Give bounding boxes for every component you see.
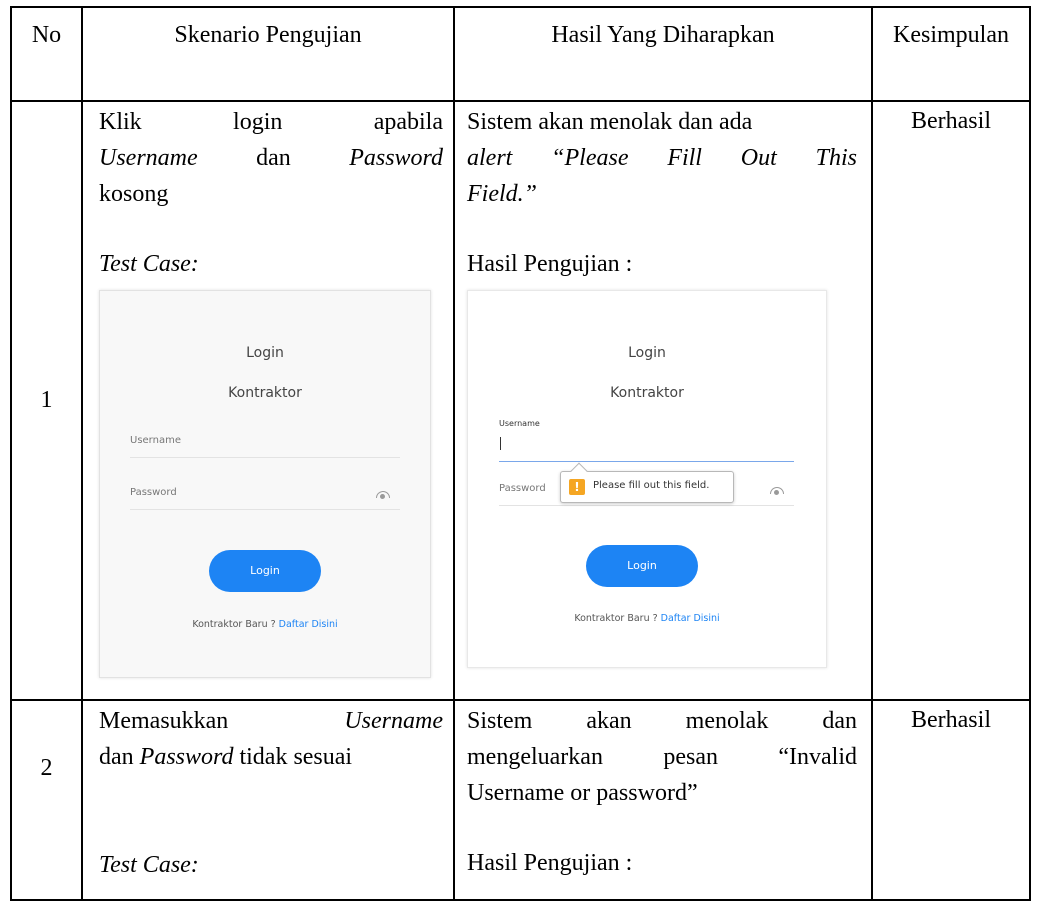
- login-screenshot-validation: Login Kontraktor Username Password ! Ple…: [467, 290, 827, 668]
- test-table: No Skenario Pengujian Hasil Yang Diharap…: [10, 6, 1031, 901]
- login-subtitle: Kontraktor: [228, 385, 302, 401]
- row-number: 2: [10, 699, 83, 901]
- password-field[interactable]: Password: [130, 479, 400, 510]
- header-no: No: [10, 6, 83, 102]
- expected-cell: Sistem akan menolak dan ada alert “Pleas…: [453, 100, 873, 701]
- conclusion-cell: Berhasil: [871, 100, 1031, 701]
- expected-cell: Sistem akan menolak dan mengeluarkan pes…: [453, 699, 873, 901]
- login-title: Login: [628, 345, 666, 361]
- expected-text-line: Field.”: [467, 181, 537, 207]
- register-text: Kontraktor Baru ? Daftar Disini: [192, 619, 338, 630]
- login-title: Login: [246, 345, 284, 361]
- username-field[interactable]: Username: [499, 419, 794, 462]
- validation-tooltip: ! Please fill out this field.: [560, 471, 734, 503]
- login-button[interactable]: Login: [586, 545, 698, 587]
- scenario-text-line: kosong: [99, 181, 169, 207]
- header-conclusion: Kesimpulan: [871, 6, 1031, 102]
- row-number: 1: [10, 100, 83, 701]
- eye-icon[interactable]: [770, 487, 784, 495]
- conclusion-cell: Berhasil: [871, 699, 1031, 901]
- text-caret: [500, 437, 501, 450]
- password-label: Password: [499, 483, 546, 494]
- register-link[interactable]: Daftar Disini: [661, 613, 720, 624]
- scenario-text-line: Memasukkan Username: [99, 708, 443, 734]
- scenario-cell: Klik login apabila Username dan Password…: [81, 100, 455, 701]
- register-text: Kontraktor Baru ? Daftar Disini: [574, 613, 720, 624]
- table-row: 1 Klik login apabila Username dan Passwo…: [10, 100, 1031, 701]
- result-label: Hasil Pengujian :: [467, 251, 633, 277]
- expected-text-line: alert “Please Fill Out This: [467, 145, 857, 171]
- header-expected: Hasil Yang Diharapkan: [453, 6, 873, 102]
- login-screenshot-empty: Login Kontraktor Username Password Login…: [99, 290, 431, 678]
- header-scenario: Skenario Pengujian: [81, 6, 455, 102]
- scenario-cell: Memasukkan Username dan Password tidak s…: [81, 699, 455, 901]
- username-label: Username: [499, 419, 540, 428]
- username-field[interactable]: Username: [130, 427, 400, 458]
- test-case-label: Test Case:: [99, 852, 199, 878]
- eye-icon[interactable]: [376, 491, 390, 499]
- expected-text-line: Username or password”: [467, 780, 698, 806]
- scenario-text-line: dan Password tidak sesuai: [99, 744, 353, 770]
- result-label: Hasil Pengujian :: [467, 850, 633, 876]
- password-label: Password: [130, 487, 177, 498]
- scenario-text-line: Username dan Password: [99, 145, 443, 171]
- warning-icon: !: [569, 479, 585, 495]
- tooltip-message: Please fill out this field.: [593, 480, 710, 491]
- username-label: Username: [130, 435, 181, 446]
- expected-text-line: Sistem akan menolak dan: [467, 708, 857, 734]
- test-case-label: Test Case:: [99, 251, 199, 277]
- expected-text-line: Sistem akan menolak dan ada: [467, 109, 753, 135]
- login-subtitle: Kontraktor: [610, 385, 684, 401]
- register-link[interactable]: Daftar Disini: [279, 619, 338, 630]
- scenario-text-line: Klik login apabila: [99, 109, 443, 135]
- header-row: No Skenario Pengujian Hasil Yang Diharap…: [10, 6, 1031, 102]
- login-button[interactable]: Login: [209, 550, 321, 592]
- expected-text-line: mengeluarkan pesan “Invalid: [467, 744, 857, 770]
- table-row: 2 Memasukkan Username dan Password tidak…: [10, 699, 1031, 901]
